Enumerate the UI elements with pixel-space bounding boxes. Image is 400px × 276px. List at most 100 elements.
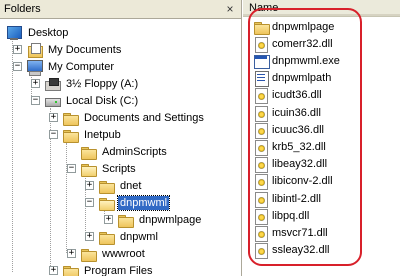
tree-node-label: dnet xyxy=(120,180,142,192)
file-list-item[interactable]: ssleay32.dll xyxy=(253,242,330,260)
tree-node-my-computer[interactable]: My Computer xyxy=(26,58,116,76)
file-name: ssleay32.dll xyxy=(272,244,330,257)
tree-node-dnpwml[interactable]: dnpwml xyxy=(98,228,160,246)
file-name: libeay32.dll xyxy=(272,158,328,171)
tree-node-program-files[interactable]: Program Files xyxy=(62,262,154,276)
tree-node-documents-and-settings[interactable]: Documents and Settings xyxy=(62,109,206,127)
file-name: icudt36.dll xyxy=(272,89,322,102)
file-name: krb5_32.dll xyxy=(272,140,326,153)
dll-icon xyxy=(253,139,269,156)
collapse-icon[interactable]: − xyxy=(85,198,94,207)
dll-icon xyxy=(253,36,269,53)
floppy-icon xyxy=(44,76,61,92)
local-disk-icon xyxy=(44,93,61,109)
tree-node-adminscripts[interactable]: AdminScripts xyxy=(80,143,169,161)
tree-node-desktop[interactable]: Desktop xyxy=(6,24,70,42)
tree-node-label: Local Disk (C:) xyxy=(66,95,139,107)
dll-icon xyxy=(253,225,269,242)
file-list-item[interactable]: icudt36.dll xyxy=(253,87,322,105)
dll-icon xyxy=(253,242,269,260)
dll-icon xyxy=(253,122,269,139)
expand-icon[interactable]: + xyxy=(49,113,58,122)
folder-open-icon xyxy=(80,161,97,177)
file-list-item[interactable]: dnpmwml.exe xyxy=(253,52,340,69)
tree-node-label: Inetpub xyxy=(84,129,121,141)
expand-icon[interactable]: + xyxy=(85,232,94,241)
folder-icon xyxy=(98,229,115,245)
file-name: icuuc36.dll xyxy=(272,123,324,136)
tree-node-dnpmwml[interactable]: dnpmwml xyxy=(98,194,171,212)
expand-icon[interactable]: + xyxy=(49,266,58,275)
file-name: icuin36.dll xyxy=(272,106,321,119)
tree-node-label: Documents and Settings xyxy=(84,112,204,124)
tree-node-local-disk-c[interactable]: Local Disk (C:) xyxy=(44,92,140,110)
dll-icon xyxy=(253,156,269,174)
file-list-item[interactable]: icuin36.dll xyxy=(253,104,321,122)
name-column-label: Name xyxy=(249,2,279,14)
expand-icon[interactable]: + xyxy=(85,181,94,190)
tree-node-label: dnpwmlpage xyxy=(139,214,202,226)
tree-node-label: 3½ Floppy (A:) xyxy=(66,78,139,90)
tree-node-inetpub[interactable]: Inetpub xyxy=(62,126,123,144)
file-list-item[interactable]: comerr32.dll xyxy=(253,35,333,53)
file-name: dnpwmlpage xyxy=(272,20,335,33)
dll-icon xyxy=(253,191,269,208)
dll-icon xyxy=(253,87,269,105)
tree-node-scripts[interactable]: Scripts xyxy=(80,160,138,178)
file-list-item[interactable]: dnpwmlpath xyxy=(253,70,332,88)
tree-node-dnpwmlpage[interactable]: dnpwmlpage xyxy=(117,211,203,229)
folder-icon xyxy=(80,246,97,262)
tree-node-label: Program Files xyxy=(84,265,153,276)
tree-node-label: Scripts xyxy=(102,163,136,175)
expand-icon[interactable]: + xyxy=(13,45,22,54)
tree-node-dnet[interactable]: dnet xyxy=(98,177,143,195)
folder-icon xyxy=(117,212,134,228)
dll-icon xyxy=(253,105,269,122)
expand-icon[interactable]: + xyxy=(67,249,76,258)
file-list-item[interactable]: libiconv-2.dll xyxy=(253,173,333,191)
close-icon[interactable]: × xyxy=(223,2,237,16)
folder-icon xyxy=(62,127,79,143)
file-list-item[interactable]: libpq.dll xyxy=(253,207,310,225)
file-name: libiconv-2.dll xyxy=(272,175,333,188)
my-documents-icon xyxy=(26,42,43,58)
folders-pane: Folders × Desktop + My Documents − My Comput… xyxy=(0,0,242,276)
collapse-icon[interactable]: − xyxy=(31,96,40,105)
folder-icon xyxy=(98,178,115,194)
tree-node-wwwroot[interactable]: wwwroot xyxy=(80,245,147,263)
file-list-item[interactable]: icuuc36.dll xyxy=(253,121,324,139)
expand-icon[interactable]: + xyxy=(104,215,113,224)
folder-icon xyxy=(80,144,97,160)
name-column-header[interactable]: Name xyxy=(243,0,400,17)
tree-node-label: My Documents xyxy=(48,44,122,56)
tree-node-label: Desktop xyxy=(28,27,69,39)
folder-open-icon xyxy=(98,195,115,211)
dll-icon xyxy=(253,173,269,191)
desktop-icon xyxy=(6,25,22,41)
tree-node-my-documents[interactable]: My Documents xyxy=(26,41,123,59)
dll-icon xyxy=(253,208,269,225)
collapse-icon[interactable]: − xyxy=(67,164,76,173)
tree-node-label: dnpwml xyxy=(120,231,158,243)
file-name: dnpmwml.exe xyxy=(272,54,340,67)
folders-pane-header: Folders × xyxy=(0,0,241,19)
file-list-item[interactable]: libeay32.dll xyxy=(253,156,328,174)
file-name: msvcr71.dll xyxy=(272,226,328,239)
tree-line xyxy=(66,143,67,253)
folder-icon xyxy=(253,19,270,35)
file-name: libpq.dll xyxy=(272,209,310,222)
file-icon xyxy=(253,70,269,88)
tree-line xyxy=(12,36,13,272)
tree-node-label: AdminScripts xyxy=(102,146,167,158)
collapse-icon[interactable]: − xyxy=(13,62,22,71)
collapse-icon[interactable]: − xyxy=(49,130,58,139)
file-list-item[interactable]: libintl-2.dll xyxy=(253,190,321,208)
file-list-item[interactable]: dnpwmlpage xyxy=(253,18,334,35)
folder-icon xyxy=(62,263,79,276)
file-list-item[interactable]: krb5_32.dll xyxy=(253,138,326,156)
expand-icon[interactable]: + xyxy=(31,79,40,88)
tree-node-3-floppy-a[interactable]: 3½ Floppy (A:) xyxy=(44,75,140,93)
file-name: dnpwmlpath xyxy=(272,72,332,85)
file-list-item[interactable]: msvcr71.dll xyxy=(253,224,328,242)
file-name: comerr32.dll xyxy=(272,37,333,50)
